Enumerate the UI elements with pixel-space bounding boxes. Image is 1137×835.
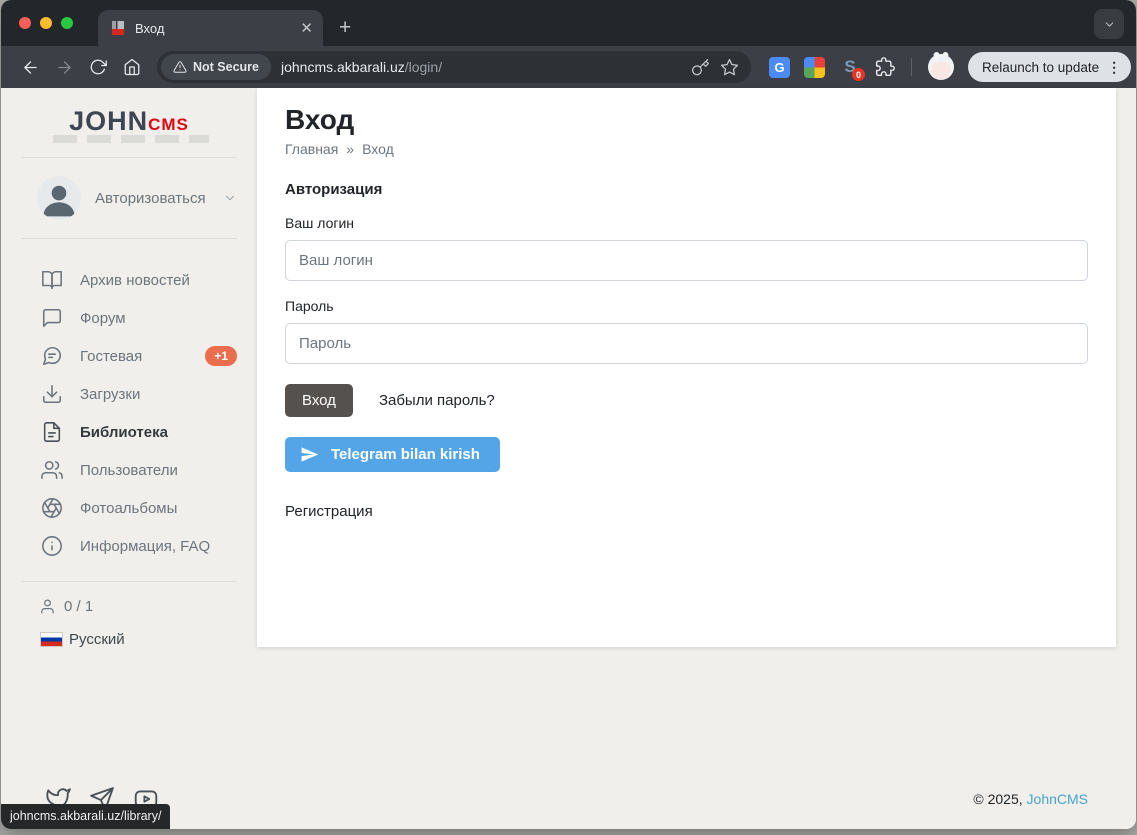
sidebar-item-forum[interactable]: Форум <box>1 299 257 337</box>
relaunch-update-button[interactable]: Relaunch to update ⋮ <box>968 52 1131 82</box>
copyright: © 2025, JohnCMS <box>973 791 1088 807</box>
reload-icon <box>89 58 107 76</box>
sidebar-item-library[interactable]: Библиотека <box>1 413 257 451</box>
sidebar-item-news-archive[interactable]: Архив новостей <box>1 261 257 299</box>
extensions-puzzle-icon[interactable] <box>875 57 895 77</box>
url-path: /login/ <box>405 59 442 75</box>
download-icon <box>41 383 63 405</box>
home-icon <box>123 58 141 76</box>
tab-strip: Вход ✕ + <box>1 0 1136 46</box>
url-host: johncms.akbarali.uz <box>281 59 405 75</box>
users-icon <box>41 459 63 481</box>
breadcrumb: Главная » Вход <box>285 141 1088 157</box>
online-counter-value: 0 / 1 <box>64 598 93 615</box>
browser-toolbar: Not Secure johncms.akbarali.uz/login/ G … <box>1 46 1136 88</box>
page-title: Вход <box>285 104 1088 136</box>
logo-reflection <box>49 135 209 143</box>
guestbook-chat-icon <box>41 345 63 367</box>
breadcrumb-separator: » <box>346 141 354 157</box>
page-footer: © 2025, JohnCMS <box>45 786 1088 812</box>
password-input[interactable] <box>285 323 1088 364</box>
tab-favicon-icon <box>110 20 126 36</box>
sidebar-item-downloads[interactable]: Загрузки <box>1 375 257 413</box>
language-label: Русский <box>69 631 125 648</box>
colorful-extension-icon[interactable] <box>804 57 825 78</box>
sidebar-item-guestbook[interactable]: Гостевая +1 <box>1 337 257 375</box>
avatar <box>37 176 81 220</box>
security-chip-label: Not Secure <box>193 60 259 74</box>
status-bar-link-preview: johncms.akbarali.uz/library/ <box>1 804 170 829</box>
forward-arrow-icon <box>55 58 74 77</box>
guestbook-badge: +1 <box>205 346 237 366</box>
johncms-logo[interactable]: JOHNCMS <box>1 100 257 145</box>
breadcrumb-current: Вход <box>362 141 394 157</box>
book-open-icon <box>41 269 63 291</box>
sidebar-nav: Архив новостей Форум Гостевая +1 Загрузк… <box>1 251 257 569</box>
user-icon <box>39 598 56 615</box>
profile-avatar[interactable] <box>928 54 954 80</box>
main-content: Вход Главная » Вход Авторизация Ваш логи… <box>257 88 1136 829</box>
login-submit-button[interactable]: Вход <box>285 384 353 417</box>
tab-close-icon[interactable]: ✕ <box>300 21 313 36</box>
chevron-down-icon <box>1103 18 1116 31</box>
telegram-login-button[interactable]: Telegram bilan kirish <box>285 437 500 472</box>
language-switcher[interactable]: Русский <box>1 619 257 652</box>
sidebar-item-users[interactable]: Пользователи <box>1 451 257 489</box>
russian-flag-icon <box>41 633 62 646</box>
extensions-area: G S0 <box>769 54 954 80</box>
browser-window: Вход ✕ + Not Secure johncms.akbarali.uz/… <box>1 0 1136 829</box>
password-label: Пароль <box>285 298 1088 314</box>
translate-extension-icon[interactable]: G <box>769 57 790 78</box>
document-icon <box>41 421 63 443</box>
browser-tab[interactable]: Вход ✕ <box>98 10 323 46</box>
reload-button[interactable] <box>83 52 113 82</box>
back-arrow-icon <box>21 58 40 77</box>
breadcrumb-home-link[interactable]: Главная <box>285 141 338 157</box>
auth-label: Авторизоваться <box>95 190 209 207</box>
divider <box>21 238 237 239</box>
online-counter[interactable]: 0 / 1 <box>1 594 257 619</box>
login-label: Ваш логин <box>285 215 1088 231</box>
s-extension-icon[interactable]: S0 <box>839 56 861 78</box>
close-window-button[interactable] <box>19 17 31 29</box>
divider <box>21 581 237 582</box>
telegram-plane-icon <box>300 445 319 464</box>
person-silhouette-icon <box>37 176 81 220</box>
minimize-window-button[interactable] <box>40 17 52 29</box>
sidebar-item-photo-albums[interactable]: Фотоальбомы <box>1 489 257 527</box>
security-chip[interactable]: Not Secure <box>161 54 271 80</box>
auth-dropdown[interactable]: Авторизоваться <box>1 170 257 226</box>
sidebar-item-info-faq[interactable]: Информация, FAQ <box>1 527 257 565</box>
bookmark-star-icon[interactable] <box>720 58 739 77</box>
new-tab-button[interactable]: + <box>339 17 351 38</box>
forward-button[interactable] <box>49 52 79 82</box>
johncms-link[interactable]: JohnCMS <box>1027 791 1088 807</box>
back-button[interactable] <box>15 52 45 82</box>
chevron-down-icon <box>223 191 237 205</box>
content-panel: Вход Главная » Вход Авторизация Ваш логи… <box>257 88 1116 647</box>
aperture-icon <box>41 497 63 519</box>
chat-bubble-icon <box>41 307 63 329</box>
sidebar: JOHNCMS Авторизоваться Архив новостей <box>1 88 257 829</box>
traffic-lights <box>19 17 73 29</box>
info-circle-icon <box>41 535 63 557</box>
registration-link[interactable]: Регистрация <box>285 503 373 520</box>
page-body: JOHNCMS Авторизоваться Архив новостей <box>1 88 1136 829</box>
zoom-window-button[interactable] <box>61 17 73 29</box>
browser-menu-icon[interactable]: ⋮ <box>1107 64 1121 70</box>
auth-section-title: Авторизация <box>285 181 1088 198</box>
form-actions: Вход Забыли пароль? <box>285 384 1088 417</box>
tab-search-chevron-button[interactable] <box>1094 9 1124 39</box>
url-text: johncms.akbarali.uz/login/ <box>281 59 681 75</box>
home-button[interactable] <box>117 52 147 82</box>
forgot-password-link[interactable]: Забыли пароль? <box>379 392 495 409</box>
extension-badge: 0 <box>852 68 865 81</box>
password-key-icon[interactable] <box>691 58 710 77</box>
divider <box>21 157 237 158</box>
address-bar[interactable]: Not Secure johncms.akbarali.uz/login/ <box>157 51 751 83</box>
login-input[interactable] <box>285 240 1088 281</box>
tab-title: Вход <box>135 21 291 36</box>
toolbar-separator <box>911 58 912 76</box>
warning-triangle-icon <box>173 60 187 74</box>
